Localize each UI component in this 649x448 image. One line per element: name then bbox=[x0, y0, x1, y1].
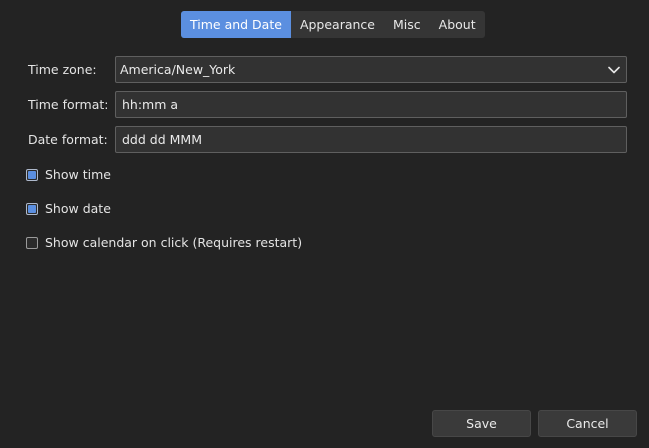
time-format-input[interactable] bbox=[115, 91, 627, 118]
show-calendar-label: Show calendar on click (Requires restart… bbox=[45, 235, 303, 250]
chevron-down-icon bbox=[607, 63, 621, 77]
show-time-option[interactable]: Show time bbox=[26, 167, 111, 182]
date-format-input[interactable] bbox=[115, 126, 627, 153]
time-zone-label: Time zone: bbox=[28, 62, 97, 77]
show-time-checkbox[interactable] bbox=[26, 168, 38, 181]
date-format-label: Date format: bbox=[28, 132, 108, 147]
tab-appearance[interactable]: Appearance bbox=[291, 11, 384, 38]
time-format-label: Time format: bbox=[28, 97, 109, 112]
show-calendar-checkbox[interactable] bbox=[26, 236, 38, 249]
show-time-label: Show time bbox=[45, 167, 111, 182]
show-date-checkbox[interactable] bbox=[26, 202, 38, 215]
settings-tab-bar: Time and Date Appearance Misc About bbox=[181, 11, 485, 38]
tab-about[interactable]: About bbox=[430, 11, 485, 38]
time-zone-value: America/New_York bbox=[120, 62, 236, 77]
show-date-label: Show date bbox=[45, 201, 111, 216]
tab-misc[interactable]: Misc bbox=[384, 11, 430, 38]
show-date-option[interactable]: Show date bbox=[26, 201, 111, 216]
time-zone-select[interactable]: America/New_York bbox=[115, 56, 627, 83]
save-button[interactable]: Save bbox=[432, 410, 531, 437]
show-calendar-option[interactable]: Show calendar on click (Requires restart… bbox=[26, 235, 302, 250]
tab-time-and-date[interactable]: Time and Date bbox=[181, 11, 291, 38]
cancel-button[interactable]: Cancel bbox=[538, 410, 637, 437]
